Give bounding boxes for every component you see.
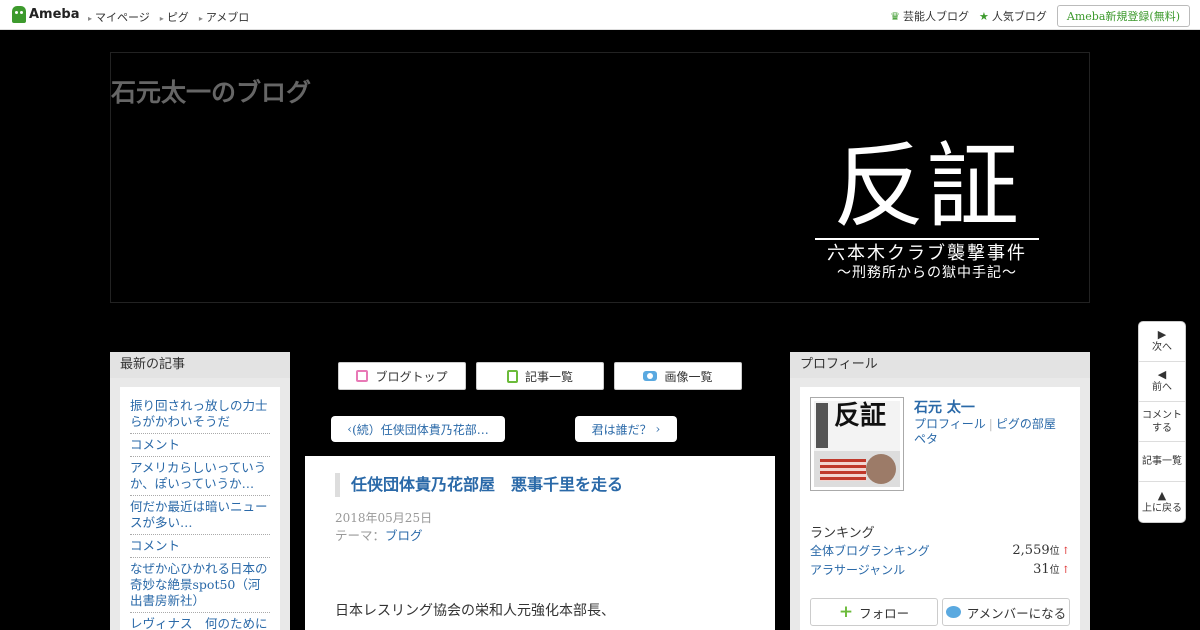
- comment-button[interactable]: コメント する: [1139, 402, 1185, 442]
- top-bar: Ameba マイページ ピグ アメブロ ♛ 芸能人ブログ ★ 人気ブログ Ame…: [0, 0, 1200, 30]
- ranking-overall-value: 2,559位 ↑: [1012, 543, 1070, 558]
- theme-link[interactable]: ブログ: [385, 528, 423, 543]
- next-label: 次へ: [1152, 342, 1172, 353]
- ranking-row: 全体ブログランキング 2,559位 ↑: [810, 542, 1070, 559]
- camera-icon: [643, 371, 658, 381]
- list-item[interactable]: アメリカらしいっていうか、ぽいっていうか…: [130, 457, 270, 496]
- article-date: 2018年05月25日: [335, 511, 433, 525]
- logo-text: Ameba: [29, 7, 80, 22]
- profile-heading: プロフィール: [790, 352, 1090, 378]
- peta-link[interactable]: ペタ: [914, 432, 938, 446]
- post-list-side-button[interactable]: 記事一覧: [1139, 442, 1185, 482]
- profile-image[interactable]: 反証: [810, 397, 904, 491]
- nav-mypage[interactable]: マイページ: [88, 9, 150, 25]
- up-arrow-icon: ↑: [1061, 546, 1070, 557]
- next-button[interactable]: ▶ 次へ: [1139, 322, 1185, 362]
- ameba-logo[interactable]: Ameba: [12, 6, 80, 23]
- recent-posts-heading: 最新の記事: [110, 352, 290, 378]
- blog-title[interactable]: 石元太一のブログ: [111, 73, 311, 109]
- ranking-row: アラサージャンル 31位 ↑: [810, 561, 1070, 578]
- ranking-genre-link[interactable]: アラサージャンル: [810, 561, 905, 578]
- list-item[interactable]: なぜか心ひかれる日本の奇妙な絶景spot50（河出書房新社）: [130, 558, 270, 613]
- blog-header: 石元太一のブログ 反証 六本木クラブ襲撃事件 〜刑務所からの獄中手記〜: [110, 52, 1090, 303]
- ameba-mascot-icon: [12, 6, 26, 23]
- profile-box: 反証 石元 太一 プロフィール | ピグの部屋 ペタ ランキング 全体ブログランキン…: [800, 387, 1080, 630]
- back-to-top-button[interactable]: ▲ 上に戻る: [1139, 482, 1185, 522]
- next-post-link[interactable]: 君は誰だ？ ›: [575, 416, 677, 442]
- hero-subtitle: 六本木クラブ襲撃事件: [827, 243, 1027, 264]
- ranking-overall-link[interactable]: 全体ブログランキング: [810, 542, 930, 559]
- book-band: [820, 459, 866, 481]
- prev-post-label: (続）任侠団体貴乃花部…: [352, 422, 489, 437]
- prev-label: 前へ: [1152, 382, 1172, 393]
- post-list-label: 記事一覧: [524, 369, 573, 384]
- popular-blog-link[interactable]: ★ 人気ブログ: [979, 8, 1047, 24]
- hero-subtitle-2: 〜刑務所からの獄中手記〜: [837, 265, 1017, 281]
- image-list-button[interactable]: 画像一覧: [614, 362, 742, 390]
- up-arrow-icon: ↑: [1061, 565, 1070, 576]
- list-item[interactable]: 何だか最近は暗いニュースが多い…: [130, 496, 270, 535]
- page-icon: [356, 370, 369, 382]
- book-spine: [816, 403, 828, 448]
- triangle-up-icon: ▲: [1157, 488, 1167, 502]
- profile-name[interactable]: 石元 太一: [914, 397, 975, 417]
- chat-bubble-icon: [945, 606, 961, 618]
- nav-pigg[interactable]: ピグ: [160, 9, 189, 25]
- chevron-right-icon: ›: [651, 422, 661, 436]
- header-hero-image: 反証 六本木クラブ襲撃事件 〜刑務所からの獄中手記〜: [815, 138, 1039, 283]
- top-nav: マイページ ピグ アメブロ: [88, 9, 249, 25]
- register-button[interactable]: Ameba新規登録(無料): [1056, 5, 1190, 27]
- list-item[interactable]: コメント: [130, 434, 270, 457]
- comment-label: コメント する: [1142, 409, 1182, 434]
- article-theme: テーマ：ブログ: [335, 525, 423, 544]
- follow-button[interactable]: + フォロー: [810, 598, 938, 626]
- post-list-button[interactable]: 記事一覧: [476, 362, 604, 390]
- list-item[interactable]: レヴィナス 何のために: [130, 613, 270, 630]
- right-sidebar: プロフィール 反証 石元 太一 プロフィール | ピグの部屋 ペタ ランキング 全体…: [790, 352, 1090, 630]
- amember-label: アメンバーになる: [966, 605, 1067, 621]
- celebrity-blog-label: 芸能人ブログ: [903, 10, 970, 23]
- hero-main-text: 反証: [832, 133, 1021, 240]
- image-list-label: 画像一覧: [664, 369, 713, 384]
- plus-icon: +: [838, 602, 854, 622]
- follow-label: フォロー: [859, 605, 910, 621]
- prev-button[interactable]: ◀ 前へ: [1139, 362, 1185, 402]
- post-list-side-label: 記事一覧: [1142, 456, 1182, 467]
- article: 任侠団体貴乃花部屋 悪事千里を走る 2018年05月25日 テーマ：ブログ 日本…: [305, 456, 775, 630]
- star-icon: ★: [979, 9, 989, 23]
- list-item[interactable]: 振り回されっ放しの力士らがかわいそうだ: [130, 395, 270, 434]
- list-item[interactable]: コメント: [130, 535, 270, 558]
- blog-top-label: ブログトップ: [375, 369, 448, 384]
- next-post-label: 君は誰だ？: [591, 422, 652, 437]
- crown-icon: ♛: [890, 9, 901, 23]
- left-sidebar: 最新の記事 振り回されっ放しの力士らがかわいそうだ コメント アメリカらしいって…: [110, 352, 290, 630]
- document-list-icon: [506, 369, 518, 383]
- profile-link[interactable]: プロフィール: [914, 417, 986, 431]
- blog-top-button[interactable]: ブログトップ: [338, 362, 466, 390]
- floating-nav: ▶ 次へ ◀ 前へ コメント する 記事一覧 ▲ 上に戻る: [1138, 321, 1186, 523]
- book-title: 反証: [833, 401, 886, 431]
- book-cover: 反証: [814, 401, 900, 487]
- prev-post-link[interactable]: ‹ (続）任侠団体貴乃花部…: [331, 416, 505, 442]
- play-right-icon: ▶: [1157, 328, 1167, 341]
- popular-blog-label: 人気ブログ: [991, 10, 1047, 23]
- recent-posts-list: 振り回されっ放しの力士らがかわいそうだ コメント アメリカらしいっていうか、ぽい…: [120, 387, 280, 630]
- play-left-icon: ◀: [1157, 368, 1167, 381]
- amember-button[interactable]: アメンバーになる: [942, 598, 1070, 626]
- author-photo: [866, 454, 896, 484]
- article-body: 日本レスリング協会の栄和人元強化本部長、: [335, 603, 615, 619]
- theme-label: テーマ：: [335, 528, 386, 543]
- back-to-top-label: 上に戻る: [1142, 502, 1182, 514]
- nav-ameblo[interactable]: アメブロ: [199, 9, 249, 25]
- ranking-label: ランキング: [810, 526, 875, 541]
- article-title[interactable]: 任侠団体貴乃花部屋 悪事千里を走る: [335, 473, 623, 497]
- celebrity-blog-link[interactable]: ♛ 芸能人ブログ: [890, 8, 969, 24]
- pigg-room-link[interactable]: ピグの部屋: [996, 417, 1056, 431]
- ranking-genre-value: 31位 ↑: [1033, 562, 1070, 577]
- profile-links: プロフィール | ピグの部屋 ペタ: [914, 417, 1056, 446]
- top-right-links: ♛ 芸能人ブログ ★ 人気ブログ Ameba新規登録(無料): [890, 5, 1190, 27]
